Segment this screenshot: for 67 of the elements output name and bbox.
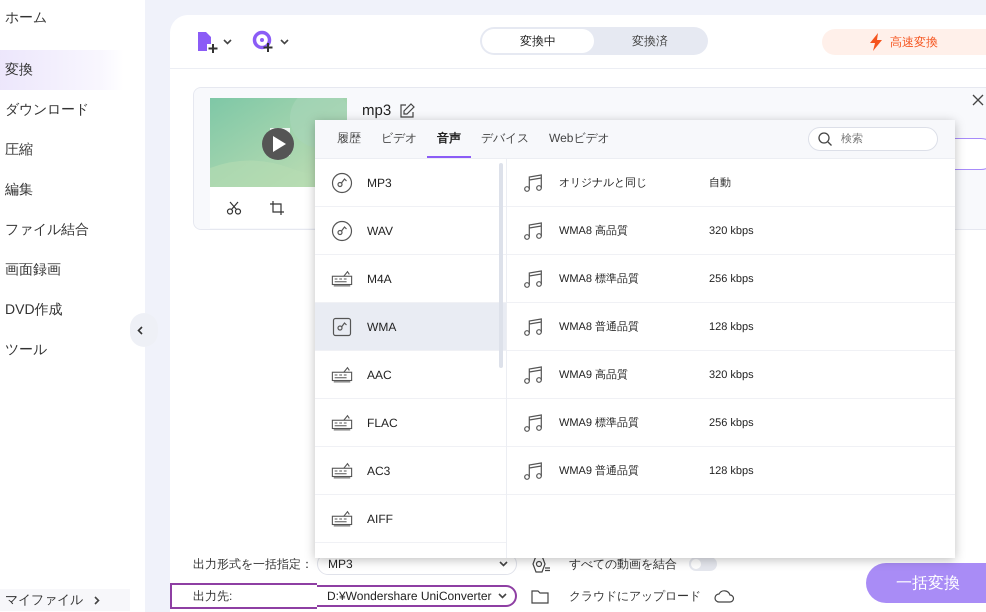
music-note-icon bbox=[523, 460, 543, 480]
cloud-icon[interactable] bbox=[713, 588, 735, 604]
audio-format-icon bbox=[331, 414, 353, 432]
add-file-button[interactable] bbox=[195, 30, 232, 54]
caret-icon bbox=[223, 38, 232, 44]
music-note-icon bbox=[523, 172, 543, 192]
audio-format-icon bbox=[331, 510, 353, 528]
format-item[interactable]: AIFF bbox=[315, 495, 506, 543]
audio-format-icon bbox=[331, 366, 353, 384]
preset-item[interactable]: WMA8 普通品質 128 kbps bbox=[507, 303, 955, 351]
folder-icon[interactable] bbox=[531, 588, 549, 604]
sidebar-footer-item[interactable]: マイファイル bbox=[0, 589, 130, 611]
format-item[interactable]: AC3 bbox=[315, 447, 506, 495]
search-icon bbox=[818, 132, 832, 146]
music-note-icon bbox=[523, 412, 543, 432]
music-note-icon bbox=[523, 220, 543, 240]
format-tab[interactable]: 音声 bbox=[427, 120, 471, 158]
lightning-icon bbox=[868, 33, 884, 51]
caret-icon bbox=[280, 38, 289, 44]
collapse-handle[interactable] bbox=[130, 313, 158, 347]
search-field[interactable]: 検索 bbox=[808, 127, 938, 151]
sidebar-item[interactable]: ファイル結合 bbox=[0, 210, 125, 250]
format-tab[interactable]: 履歴 bbox=[327, 120, 371, 158]
preset-item[interactable]: WMA8 高品質 320 kbps bbox=[507, 207, 955, 255]
audio-format-icon bbox=[331, 462, 353, 480]
output-path-label: 出力先: bbox=[170, 583, 317, 609]
merge-toggle[interactable] bbox=[689, 557, 717, 571]
output-format-label: 出力形式を一括指定： bbox=[193, 556, 314, 572]
status-tab[interactable]: 変換済 bbox=[594, 29, 706, 53]
sidebar-item[interactable]: 圧縮 bbox=[0, 130, 125, 170]
preset-item[interactable]: WMA8 標準品質 256 kbps bbox=[507, 255, 955, 303]
preset-item[interactable]: WMA9 高品質 320 kbps bbox=[507, 351, 955, 399]
music-note-icon bbox=[523, 316, 543, 336]
sidebar-item[interactable]: 画面録画 bbox=[0, 250, 125, 290]
preset-item[interactable]: WMA9 標準品質 256 kbps bbox=[507, 399, 955, 447]
format-tab[interactable]: Webビデオ bbox=[539, 120, 620, 158]
disc-icon bbox=[331, 172, 353, 194]
output-path-select[interactable]: D:¥Wondershare UniConverter bbox=[317, 585, 517, 607]
music-note-icon bbox=[523, 268, 543, 288]
audio-format-icon bbox=[331, 270, 353, 288]
sidebar-item[interactable]: ツール bbox=[0, 330, 125, 370]
format-tab[interactable]: デバイス bbox=[471, 120, 539, 158]
disc-icon bbox=[331, 220, 353, 242]
sidebar-item[interactable]: DVD作成 bbox=[0, 290, 125, 330]
format-item[interactable]: FLAC bbox=[315, 399, 506, 447]
preset-item[interactable]: オリジナルと同じ 自動 bbox=[507, 159, 955, 207]
status-tab[interactable]: 変換中 bbox=[482, 29, 594, 53]
crop-icon[interactable] bbox=[270, 200, 284, 214]
close-icon[interactable] bbox=[972, 94, 984, 106]
file-title: mp3 bbox=[362, 102, 392, 119]
preset-item[interactable]: WMA9 普通品質 128 kbps bbox=[507, 447, 955, 495]
chevron-right-icon bbox=[94, 596, 100, 604]
sidebar-item[interactable]: ダウンロード bbox=[0, 90, 125, 130]
upload-label: クラウドにアップロード bbox=[569, 588, 701, 604]
format-item[interactable]: WMA bbox=[315, 303, 506, 351]
scissors-icon[interactable] bbox=[226, 200, 242, 214]
format-tab[interactable]: ビデオ bbox=[371, 120, 427, 158]
sidebar-item[interactable]: 編集 bbox=[0, 170, 125, 210]
edit-icon[interactable] bbox=[399, 102, 416, 118]
sidebar-item[interactable]: ホーム bbox=[0, 0, 125, 35]
chevron-down-icon bbox=[499, 561, 508, 567]
audio-file-icon bbox=[332, 316, 352, 336]
music-note-icon bbox=[523, 364, 543, 384]
chevron-down-icon bbox=[498, 593, 507, 599]
add-disc-button[interactable] bbox=[252, 30, 289, 54]
scrollbar[interactable] bbox=[499, 163, 503, 368]
merge-label: すべての動画を結合 bbox=[569, 556, 677, 572]
